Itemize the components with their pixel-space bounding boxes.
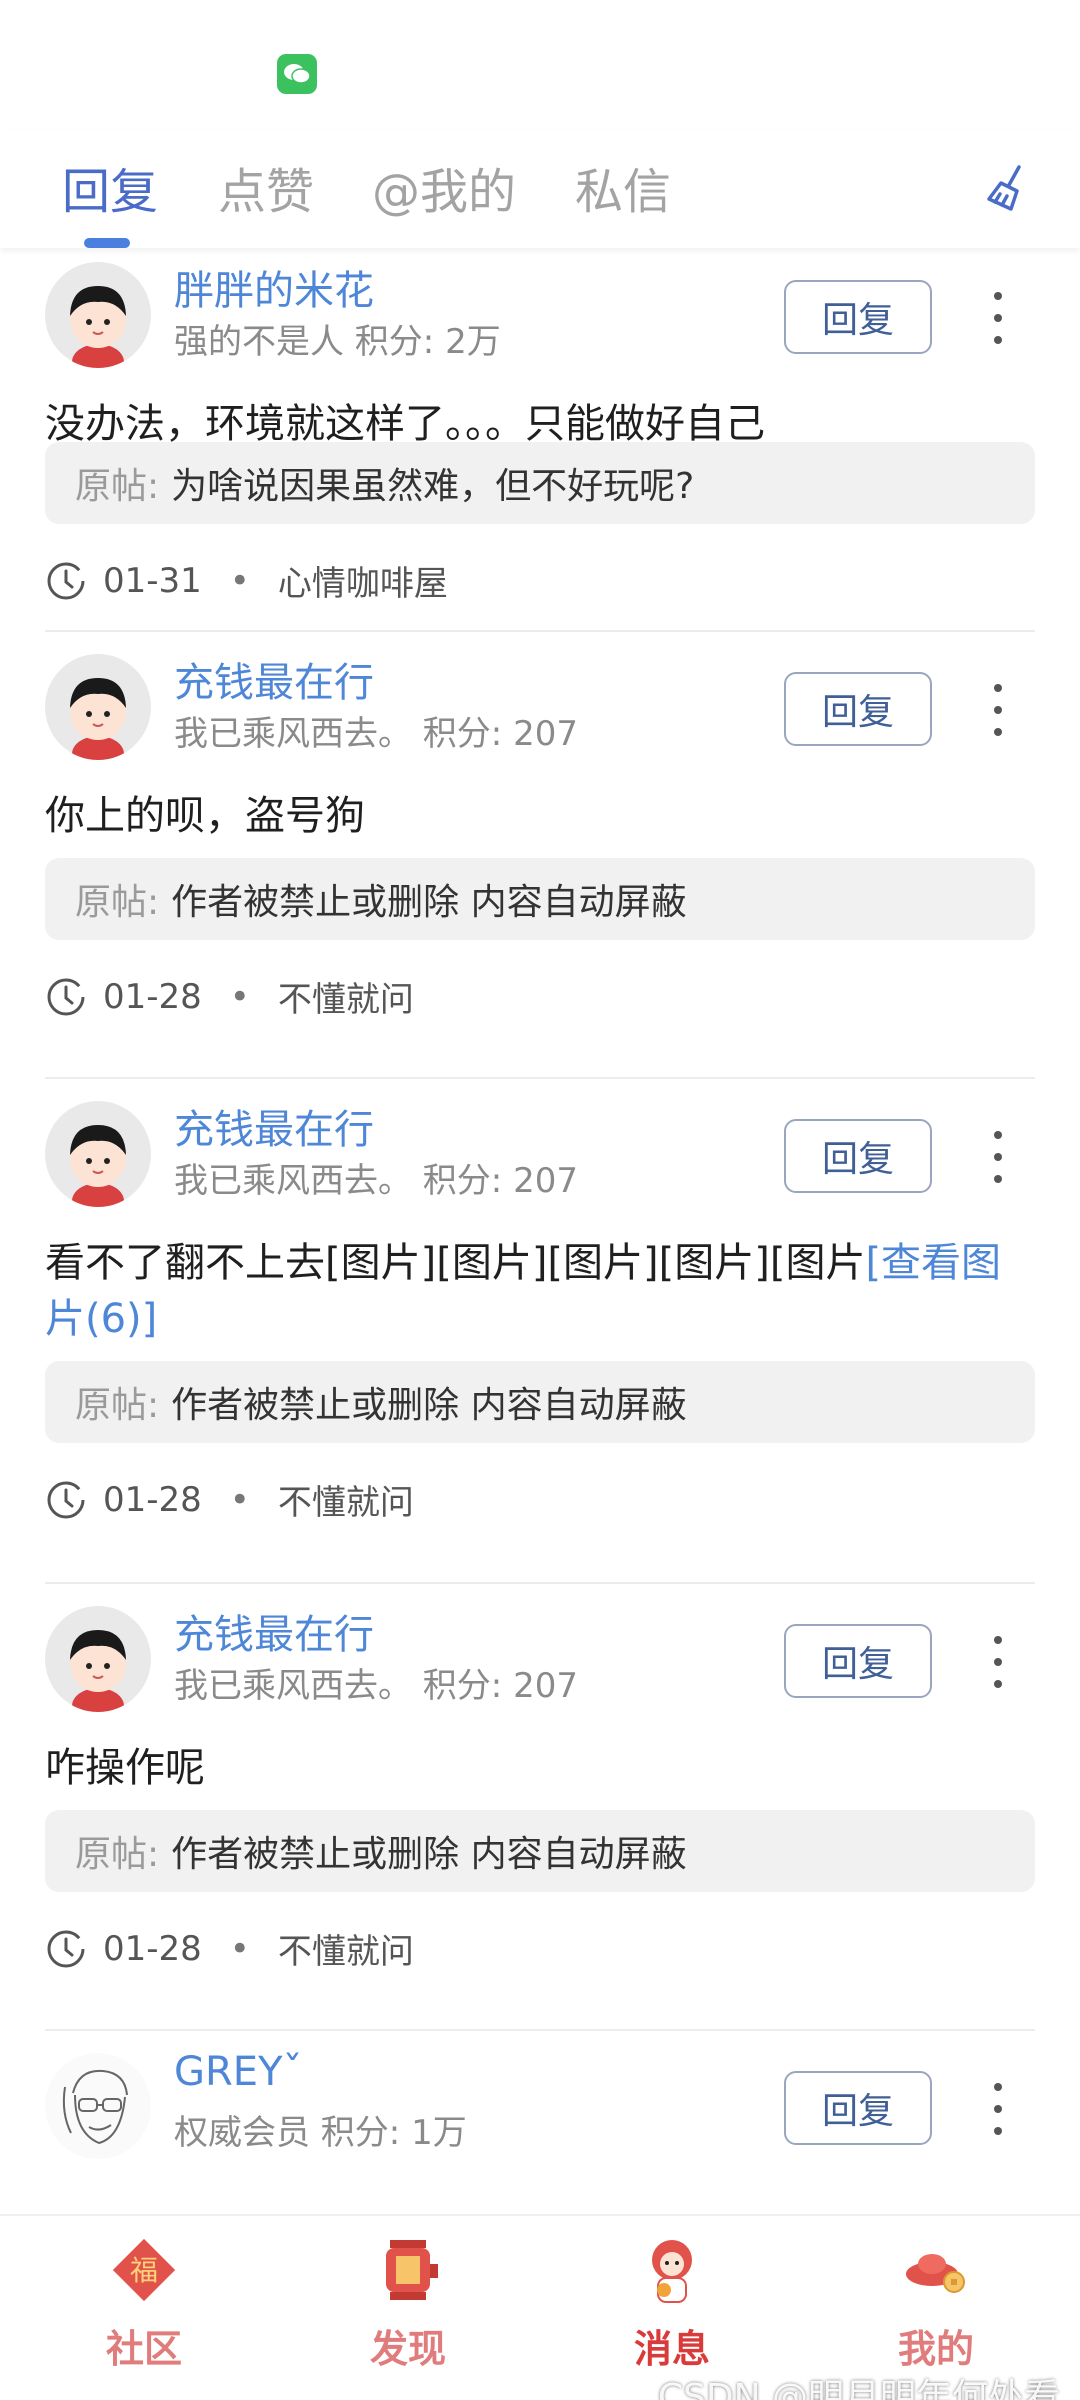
reply-button[interactable]: 回复 — [784, 1624, 932, 1698]
nav-discover[interactable]: 发现 — [318, 2234, 498, 2394]
reply-footer: 01-28 • 不懂就问 — [45, 1475, 414, 1524]
nav-label: 发现 — [369, 2327, 446, 2371]
tab-likes[interactable]: 点赞 — [218, 152, 314, 222]
original-post-quote[interactable]: 原帖: 作者被禁止或删除 内容自动屏蔽 — [45, 858, 1035, 940]
reply-list[interactable]: 胖胖的米花 强的不是人 积分: 2万 回复 没办法，环境就这样了。。。只能做好自… — [0, 248, 1080, 2214]
clock-icon — [47, 1930, 85, 1967]
reply-date: 01-28 — [103, 976, 202, 1017]
user-name[interactable]: GREYˇ — [174, 2049, 303, 2095]
reply-button[interactable]: 回复 — [784, 2071, 932, 2145]
separator-dot: • — [229, 560, 250, 601]
user-meta: 我已乘风西去。 积分: 207 — [174, 714, 578, 754]
avatar[interactable] — [45, 262, 151, 368]
mascot-icon — [652, 2240, 692, 2303]
clock-icon — [47, 1481, 85, 1518]
separator-dot: • — [229, 1479, 250, 1520]
tab-mentions[interactable]: @我的 — [372, 152, 516, 222]
reply-date: 01-28 — [103, 1479, 202, 1520]
reply-item: 充钱最在行 我已乘风西去。 积分: 207 回复 咋操作呢 原帖: 作者被禁止或… — [0, 1584, 1080, 2031]
clear-broom-icon[interactable] — [978, 158, 1040, 220]
original-post-quote[interactable]: 原帖: 作者被禁止或删除 内容自动屏蔽 — [45, 1810, 1035, 1892]
quote-label: 原帖: — [75, 882, 160, 923]
wechat-notification-icon — [277, 54, 317, 94]
separator-dot: • — [229, 1928, 250, 1969]
user-name[interactable]: 充钱最在行 — [174, 650, 374, 708]
nav-label: 消息 — [633, 2327, 710, 2371]
clock-icon — [47, 978, 85, 1015]
more-options-icon[interactable] — [982, 1630, 1014, 1694]
original-post-quote[interactable]: 原帖: 为啥说因果虽然难，但不好玩呢? — [45, 442, 1035, 524]
nav-community[interactable]: 福 社区 — [54, 2234, 234, 2394]
quote-text: 作者被禁止或删除 内容自动屏蔽 — [171, 1385, 687, 1426]
quote-text: 为啥说因果虽然难，但不好玩呢? — [171, 466, 695, 507]
quote-label: 原帖: — [75, 466, 160, 507]
ingot-icon — [906, 2254, 965, 2293]
more-options-icon[interactable] — [982, 678, 1014, 742]
board-name[interactable]: 不懂就问 — [278, 1475, 414, 1524]
svg-text:福: 福 — [130, 2254, 158, 2287]
reply-date: 01-28 — [103, 1928, 202, 1969]
board-name[interactable]: 不懂就问 — [278, 972, 414, 1021]
message-tab-bar: 回复 点赞 @我的 私信 — [0, 130, 1080, 248]
user-name[interactable]: 充钱最在行 — [174, 1097, 374, 1155]
reply-content[interactable]: 咋操作呢 — [45, 1740, 1035, 1796]
reply-content[interactable]: 你上的呗，盗号狗 — [45, 788, 1035, 844]
reply-content[interactable]: 看不了翻不上去[图片][图片][图片][图片][图片[查看图片(6)] — [45, 1235, 1035, 1347]
tab-reply[interactable]: 回复 — [62, 152, 158, 222]
more-options-icon[interactable] — [982, 286, 1014, 350]
reply-button[interactable]: 回复 — [784, 1119, 932, 1193]
reply-button[interactable]: 回复 — [784, 280, 932, 354]
reply-item: GREYˇ 权威会员 积分: 1万 回复 — [0, 2031, 1080, 2211]
nav-label: 社区 — [105, 2327, 182, 2371]
separator-dot: • — [229, 976, 250, 1017]
user-meta: 权威会员 积分: 1万 — [174, 2113, 467, 2153]
tab-private-messages[interactable]: 私信 — [575, 152, 671, 222]
avatar[interactable] — [45, 2053, 151, 2159]
reply-footer: 01-28 • 不懂就问 — [45, 972, 414, 1021]
quote-text: 作者被禁止或删除 内容自动屏蔽 — [171, 1834, 687, 1875]
user-meta: 强的不是人 积分: 2万 — [174, 322, 501, 362]
original-post-quote[interactable]: 原帖: 作者被禁止或删除 内容自动屏蔽 — [45, 1361, 1035, 1443]
fu-icon: 福 — [112, 2238, 176, 2302]
quote-text: 作者被禁止或删除 内容自动屏蔽 — [171, 882, 687, 923]
avatar[interactable] — [45, 654, 151, 760]
reply-date: 01-31 — [103, 560, 202, 601]
watermark: CSDN @明月明年何处看 — [657, 2377, 1060, 2400]
quote-label: 原帖: — [75, 1385, 160, 1426]
reply-footer: 01-31 • 心情咖啡屋 — [45, 556, 448, 605]
user-name[interactable]: 充钱最在行 — [174, 1602, 374, 1660]
board-name[interactable]: 不懂就问 — [278, 1924, 414, 1973]
active-tab-indicator — [84, 238, 130, 248]
reply-text: 看不了翻不上去[图片][图片][图片][图片][图片 — [45, 1240, 866, 1286]
reply-item: 充钱最在行 我已乘风西去。 积分: 207 回复 你上的呗，盗号狗 原帖: 作者… — [0, 632, 1080, 1079]
quote-label: 原帖: — [75, 1834, 160, 1875]
board-name[interactable]: 心情咖啡屋 — [278, 556, 448, 605]
nav-label: 我的 — [897, 2327, 974, 2371]
avatar[interactable] — [45, 1101, 151, 1207]
avatar[interactable] — [45, 1606, 151, 1712]
user-meta: 我已乘风西去。 积分: 207 — [174, 1161, 578, 1201]
more-options-icon[interactable] — [982, 1125, 1014, 1189]
reply-item: 胖胖的米花 强的不是人 积分: 2万 回复 没办法，环境就这样了。。。只能做好自… — [0, 248, 1080, 632]
clock-icon — [47, 562, 85, 599]
user-name[interactable]: 胖胖的米花 — [174, 258, 374, 316]
reply-footer: 01-28 • 不懂就问 — [45, 1924, 414, 1973]
lantern-icon — [386, 2240, 438, 2300]
user-meta: 我已乘风西去。 积分: 207 — [174, 1666, 578, 1706]
more-options-icon[interactable] — [982, 2077, 1014, 2141]
status-bar — [0, 0, 1080, 130]
reply-item: 充钱最在行 我已乘风西去。 积分: 207 回复 看不了翻不上去[图片][图片]… — [0, 1079, 1080, 1584]
reply-button[interactable]: 回复 — [784, 672, 932, 746]
